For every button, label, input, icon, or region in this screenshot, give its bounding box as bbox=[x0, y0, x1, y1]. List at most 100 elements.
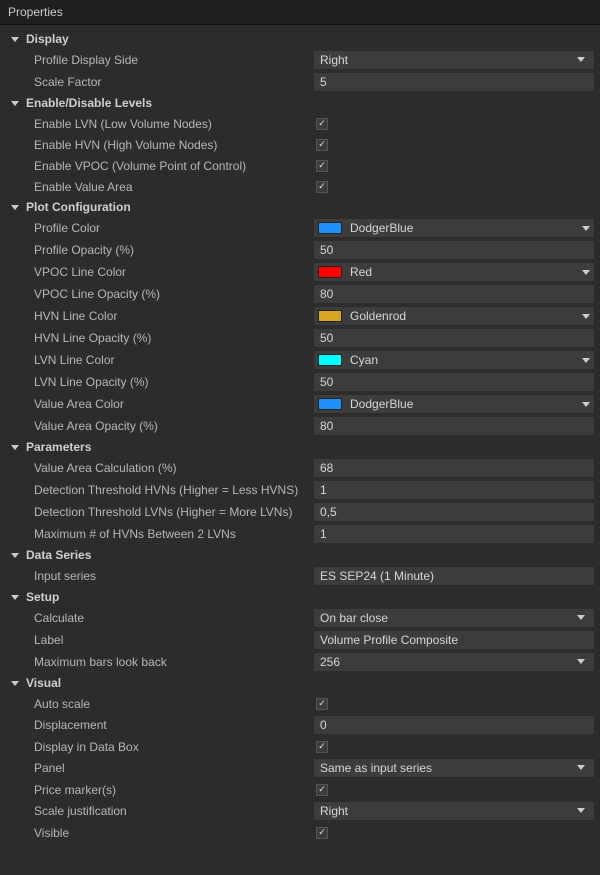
section-display[interactable]: Display bbox=[0, 29, 600, 49]
color-swatch bbox=[318, 398, 342, 410]
panel-title: Properties bbox=[0, 0, 600, 25]
hvn-color-select[interactable]: Goldenrod bbox=[314, 307, 594, 325]
max-bars-select[interactable]: 256 bbox=[314, 653, 594, 671]
hvn-opacity-label: HVN Line Opacity (%) bbox=[34, 331, 314, 345]
display-databox-label: Display in Data Box bbox=[34, 740, 314, 754]
calculate-select[interactable]: On bar close bbox=[314, 609, 594, 627]
chevron-down-icon bbox=[582, 353, 590, 367]
visible-checkbox[interactable] bbox=[316, 827, 328, 839]
input-series-input[interactable]: ES SEP24 (1 Minute) bbox=[314, 567, 594, 585]
vpoc-color-label: VPOC Line Color bbox=[34, 265, 314, 279]
max-hvn-label: Maximum # of HVNs Between 2 LVNs bbox=[34, 527, 314, 541]
label-field-label: Label bbox=[34, 633, 314, 647]
properties-content: Display Profile Display Side Right Scale… bbox=[0, 25, 600, 849]
chevron-down-icon bbox=[582, 309, 590, 323]
display-databox-checkbox[interactable] bbox=[316, 741, 328, 753]
enable-vpoc-label: Enable VPOC (Volume Point of Control) bbox=[34, 159, 314, 173]
profile-display-side-label: Profile Display Side bbox=[34, 53, 314, 67]
visible-label: Visible bbox=[34, 826, 314, 840]
lvn-color-select[interactable]: Cyan bbox=[314, 351, 594, 369]
hvn-opacity-input[interactable]: 50 bbox=[314, 329, 594, 347]
section-visual-title: Visual bbox=[26, 676, 61, 690]
label-field-input[interactable]: Volume Profile Composite bbox=[314, 631, 594, 649]
input-series-label: Input series bbox=[34, 569, 314, 583]
section-display-title: Display bbox=[26, 32, 69, 46]
vpoc-opacity-label: VPOC Line Opacity (%) bbox=[34, 287, 314, 301]
auto-scale-label: Auto scale bbox=[34, 697, 314, 711]
section-parameters-title: Parameters bbox=[26, 440, 91, 454]
section-plot-title: Plot Configuration bbox=[26, 200, 131, 214]
scale-justification-label: Scale justification bbox=[34, 804, 314, 818]
color-swatch bbox=[318, 310, 342, 322]
section-levels[interactable]: Enable/Disable Levels bbox=[0, 93, 600, 113]
enable-lvn-checkbox[interactable] bbox=[316, 118, 328, 130]
panel-select[interactable]: Same as input series bbox=[314, 759, 594, 777]
chevron-down-icon bbox=[10, 592, 20, 602]
chevron-down-icon bbox=[574, 808, 588, 814]
chevron-down-icon bbox=[10, 442, 20, 452]
chevron-down-icon bbox=[10, 98, 20, 108]
section-dataseries-title: Data Series bbox=[26, 548, 91, 562]
scale-justification-select[interactable]: Right bbox=[314, 802, 594, 820]
chevron-down-icon bbox=[574, 57, 588, 63]
vpoc-opacity-input[interactable]: 80 bbox=[314, 285, 594, 303]
section-levels-title: Enable/Disable Levels bbox=[26, 96, 152, 110]
chevron-down-icon bbox=[582, 221, 590, 235]
enable-hvn-checkbox[interactable] bbox=[316, 139, 328, 151]
section-parameters[interactable]: Parameters bbox=[0, 437, 600, 457]
chevron-down-icon bbox=[10, 550, 20, 560]
enable-value-area-label: Enable Value Area bbox=[34, 180, 314, 194]
color-swatch bbox=[318, 354, 342, 366]
profile-display-side-select[interactable]: Right bbox=[314, 51, 594, 69]
scale-factor-input[interactable]: 5 bbox=[314, 73, 594, 91]
lvn-opacity-input[interactable]: 50 bbox=[314, 373, 594, 391]
max-bars-label: Maximum bars look back bbox=[34, 655, 314, 669]
enable-vpoc-checkbox[interactable] bbox=[316, 160, 328, 172]
profile-color-select[interactable]: DodgerBlue bbox=[314, 219, 594, 237]
va-calc-input[interactable]: 68 bbox=[314, 459, 594, 477]
profile-opacity-label: Profile Opacity (%) bbox=[34, 243, 314, 257]
lvn-opacity-label: LVN Line Opacity (%) bbox=[34, 375, 314, 389]
scale-factor-label: Scale Factor bbox=[34, 75, 314, 89]
enable-hvn-label: Enable HVN (High Volume Nodes) bbox=[34, 138, 314, 152]
hvn-color-label: HVN Line Color bbox=[34, 309, 314, 323]
auto-scale-checkbox[interactable] bbox=[316, 698, 328, 710]
vpoc-color-select[interactable]: Red bbox=[314, 263, 594, 281]
hvn-thresh-input[interactable]: 1 bbox=[314, 481, 594, 499]
section-dataseries[interactable]: Data Series bbox=[0, 545, 600, 565]
max-hvn-input[interactable]: 1 bbox=[314, 525, 594, 543]
chevron-down-icon bbox=[10, 678, 20, 688]
section-visual[interactable]: Visual bbox=[0, 673, 600, 693]
va-calc-label: Value Area Calculation (%) bbox=[34, 461, 314, 475]
price-markers-checkbox[interactable] bbox=[316, 784, 328, 796]
section-plot[interactable]: Plot Configuration bbox=[0, 197, 600, 217]
chevron-down-icon bbox=[574, 765, 588, 771]
chevron-down-icon bbox=[10, 34, 20, 44]
displacement-label: Displacement bbox=[34, 718, 314, 732]
profile-opacity-input[interactable]: 50 bbox=[314, 241, 594, 259]
panel-label: Panel bbox=[34, 761, 314, 775]
section-setup[interactable]: Setup bbox=[0, 587, 600, 607]
value-area-color-label: Value Area Color bbox=[34, 397, 314, 411]
chevron-down-icon bbox=[582, 265, 590, 279]
lvn-color-label: LVN Line Color bbox=[34, 353, 314, 367]
calculate-label: Calculate bbox=[34, 611, 314, 625]
color-swatch bbox=[318, 266, 342, 278]
value-area-color-select[interactable]: DodgerBlue bbox=[314, 395, 594, 413]
enable-lvn-label: Enable LVN (Low Volume Nodes) bbox=[34, 117, 314, 131]
profile-color-label: Profile Color bbox=[34, 221, 314, 235]
section-setup-title: Setup bbox=[26, 590, 59, 604]
displacement-input[interactable]: 0 bbox=[314, 716, 594, 734]
value-area-opacity-input[interactable]: 80 bbox=[314, 417, 594, 435]
lvn-thresh-input[interactable]: 0,5 bbox=[314, 503, 594, 521]
value-area-opacity-label: Value Area Opacity (%) bbox=[34, 419, 314, 433]
chevron-down-icon bbox=[10, 202, 20, 212]
price-markers-label: Price marker(s) bbox=[34, 783, 314, 797]
chevron-down-icon bbox=[582, 397, 590, 411]
hvn-thresh-label: Detection Threshold HVNs (Higher = Less … bbox=[34, 483, 314, 497]
chevron-down-icon bbox=[574, 615, 588, 621]
lvn-thresh-label: Detection Threshold LVNs (Higher = More … bbox=[34, 505, 314, 519]
enable-value-area-checkbox[interactable] bbox=[316, 181, 328, 193]
chevron-down-icon bbox=[574, 659, 588, 665]
color-swatch bbox=[318, 222, 342, 234]
